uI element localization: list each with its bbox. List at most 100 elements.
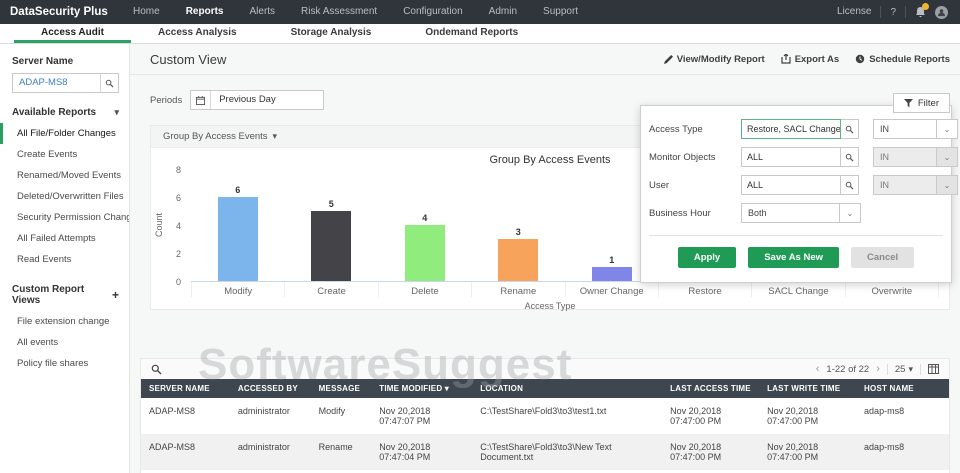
nav-item-configuration[interactable]: Configuration	[390, 0, 475, 24]
bar-value-label: 4	[422, 213, 428, 223]
bar-delete[interactable]	[404, 225, 445, 281]
table-cell: C:\TestShare\Fold3\to3\New Text Document…	[480, 442, 612, 462]
chevron-down-icon[interactable]: ▾	[114, 107, 119, 118]
period-selector[interactable]: Previous Day	[190, 90, 325, 110]
column-header-last-access-time[interactable]: LAST ACCESS TIME	[662, 379, 760, 398]
schedule-reports-button[interactable]: Schedule Reports	[855, 54, 950, 65]
access-type-picker-icon[interactable]	[841, 119, 859, 139]
nav-item-reports[interactable]: Reports	[173, 0, 237, 24]
notifications-bell-icon[interactable]	[915, 3, 929, 18]
next-page-button[interactable]: ›	[876, 363, 880, 375]
search-icon[interactable]	[151, 364, 162, 375]
filter-label-access-type: Access Type	[649, 123, 703, 135]
column-header-server-name[interactable]: SERVER NAME	[141, 379, 230, 398]
report-item-renamed-moved-events[interactable]: Renamed/Moved Events	[0, 165, 129, 186]
report-item-all-file-folder-changes[interactable]: All File/Folder Changes	[0, 123, 129, 144]
user-input[interactable]: ALL	[741, 175, 841, 195]
group-by-label: Group By Access Events	[163, 131, 268, 142]
bar-owner-change[interactable]	[591, 267, 632, 281]
cancel-button[interactable]: Cancel	[851, 247, 915, 268]
server-lookup-icon[interactable]	[100, 74, 118, 92]
sort-caret-icon: ▾	[444, 384, 449, 393]
custom-view-file-extension-change[interactable]: File extension change	[0, 311, 129, 332]
report-item-create-events[interactable]: Create Events	[0, 144, 129, 165]
top-navigation: DataSecurity Plus Home Reports Alerts Ri…	[0, 0, 960, 24]
table-cell: Nov 20,2018 07:47:00 PM	[767, 442, 819, 462]
available-reports-header: Available Reports ▾	[12, 107, 119, 118]
nav-item-support[interactable]: Support	[530, 0, 591, 24]
filter-label-monitor-objects: Monitor Objects	[649, 151, 716, 163]
view-modify-report-button[interactable]: View/Modify Report	[663, 54, 765, 65]
custom-view-policy-file-shares[interactable]: Policy file shares	[0, 353, 129, 374]
app-logo[interactable]: DataSecurity Plus	[0, 6, 120, 19]
column-header-location[interactable]: LOCATION	[472, 379, 663, 398]
nav-item-admin[interactable]: Admin	[476, 0, 530, 24]
business-hour-select[interactable]: Both ⌄	[741, 203, 861, 223]
nav-item-alerts[interactable]: Alerts	[236, 0, 288, 24]
server-name-input[interactable]: ADAP-MS8	[12, 73, 119, 93]
table-header-row: SERVER NAME ACCESSED BY MESSAGE TIME MOD…	[141, 379, 949, 398]
x-tick-label: SACL Change	[752, 282, 846, 297]
nav-item-home[interactable]: Home	[120, 0, 173, 24]
page-size-select[interactable]: 25 ▾	[895, 364, 913, 375]
prev-page-button[interactable]: ‹	[816, 363, 820, 375]
report-item-read-events[interactable]: Read Events	[0, 249, 129, 270]
available-reports-label: Available Reports	[12, 107, 97, 118]
page-header: Custom View View/Modify Report Export As…	[130, 44, 960, 75]
filter-button[interactable]: Filter	[892, 93, 950, 113]
column-header-last-write-time[interactable]: LAST WRITE TIME	[759, 379, 857, 398]
access-type-operator-select[interactable]: IN ⌄	[873, 119, 958, 139]
table-body: ADAP-MS8 administrator Modify Nov 20,2018 0…	[141, 398, 949, 473]
x-tick-label: Rename	[472, 282, 566, 297]
tab-access-analysis[interactable]: Access Analysis	[131, 24, 264, 43]
x-axis-labels: Modify Create Delete Rename Owner Change Rest…	[191, 282, 939, 297]
period-value: Previous Day	[219, 94, 276, 105]
tab-access-audit[interactable]: Access Audit	[14, 24, 131, 43]
access-type-input[interactable]: Restore, SACL Change, Owner Ch	[741, 119, 841, 139]
export-as-button[interactable]: Export As	[781, 54, 839, 65]
column-header-accessed-by[interactable]: ACCESSED BY	[229, 379, 311, 398]
table-row[interactable]: ADAP-MS8 administrator Modify Nov 20,2018 0…	[141, 398, 949, 434]
chart-bar-group: 4	[378, 213, 472, 281]
server-name-label: Server Name	[12, 56, 74, 67]
column-header-host-name[interactable]: HOST NAME	[856, 379, 949, 398]
bar-value-label: 5	[328, 199, 334, 209]
user-picker-icon[interactable]	[841, 175, 859, 195]
bar-rename[interactable]	[498, 239, 539, 281]
chevron-down-icon: ⌄	[936, 120, 957, 138]
report-item-deleted-overwritten-files[interactable]: Deleted/Overwritten Files	[0, 186, 129, 207]
clock-icon	[856, 54, 865, 64]
bar-modify[interactable]	[217, 197, 258, 281]
chevron-down-icon: ▾	[908, 363, 913, 374]
funnel-icon	[903, 98, 913, 108]
report-item-all-failed-attempts[interactable]: All Failed Attempts	[0, 228, 129, 249]
nav-item-risk-assessment[interactable]: Risk Assessment	[288, 0, 390, 24]
chevron-down-icon: ⌄	[936, 148, 957, 166]
license-link[interactable]: License	[837, 0, 871, 24]
table-cell: Nov 20,2018 07:47:04 PM	[379, 442, 431, 462]
chart-bar-group: 5	[285, 199, 379, 281]
tab-storage-analysis[interactable]: Storage Analysis	[264, 24, 399, 43]
column-header-message[interactable]: MESSAGE	[310, 379, 372, 398]
save-as-new-button[interactable]: Save As New	[748, 247, 840, 268]
table-row[interactable]: ADAP-MS8 administrator Rename Nov 20,2018 0…	[141, 434, 949, 470]
table-cell: ADAP-MS8	[149, 406, 196, 416]
x-tick-label: Owner Change	[566, 282, 659, 297]
available-reports-list: All File/Folder Changes Create Events Re…	[0, 123, 129, 270]
x-tick-label: Delete	[379, 282, 473, 297]
add-custom-view-icon[interactable]: +	[112, 288, 119, 302]
column-header-time-modified[interactable]: TIME MODIFIED ▾	[371, 379, 473, 398]
report-item-security-permission-changes[interactable]: Security Permission Changes	[0, 207, 129, 228]
user-avatar-icon[interactable]	[935, 5, 948, 19]
report-table: SERVER NAME ACCESSED BY MESSAGE TIME MOD…	[141, 379, 949, 473]
custom-view-all-events[interactable]: All events	[0, 332, 129, 353]
apply-button[interactable]: Apply	[677, 247, 737, 268]
tab-ondemand-reports[interactable]: Ondemand Reports	[398, 24, 545, 43]
monitor-objects-input[interactable]: ALL	[741, 147, 841, 167]
help-icon[interactable]: ?	[890, 7, 896, 18]
column-chooser-icon[interactable]	[928, 364, 939, 374]
bar-create[interactable]	[311, 211, 352, 281]
y-tick-label: 2	[175, 249, 181, 259]
table-cell: administrator	[237, 442, 290, 452]
monitor-objects-picker-icon[interactable]	[841, 147, 859, 167]
